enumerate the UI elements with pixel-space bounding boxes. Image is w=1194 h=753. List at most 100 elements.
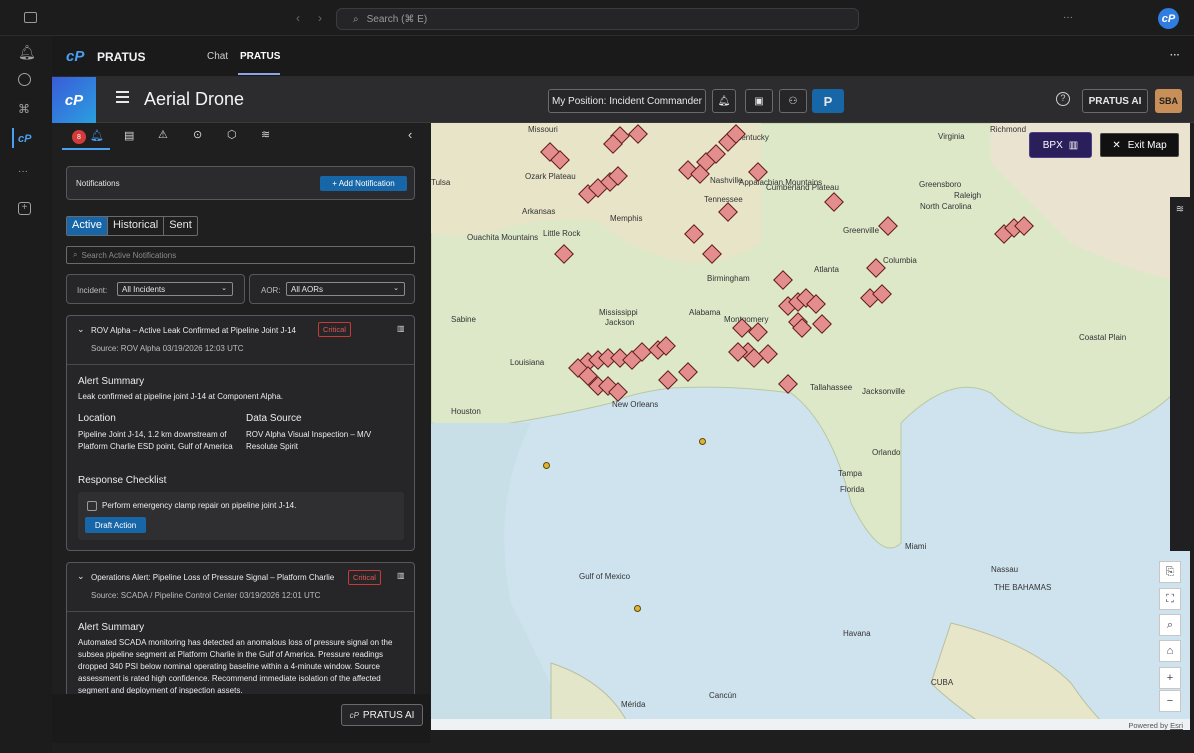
divider <box>67 611 414 612</box>
notification-meta: Source: SCADA / Pipeline Control Center … <box>91 591 321 600</box>
notification-title[interactable]: ROV Alpha – Active Leak Confirmed at Pip… <box>91 326 296 335</box>
menu-icon[interactable] <box>116 91 129 103</box>
pratus-app-icon[interactable]: cP <box>18 133 34 149</box>
map-city-label: Tallahassee <box>810 383 853 392</box>
tab-chat[interactable]: Chat <box>207 51 228 62</box>
map-city-label: Nashville <box>710 176 743 185</box>
global-search[interactable]: ⌕ Search (⌘ E) <box>336 8 859 30</box>
cube-tab-icon[interactable]: ⬡ <box>227 128 237 141</box>
map-side-rail <box>1170 221 1190 551</box>
position-selector[interactable]: My Position: Incident Commander <box>548 89 706 113</box>
active-tab-underline <box>238 73 280 75</box>
screenshot-icon[interactable]: ⎘ <box>1159 561 1181 583</box>
tab-pratus[interactable]: PRATUS <box>240 51 280 62</box>
map-city-label: CUBA <box>931 678 954 687</box>
forward-icon[interactable]: › <box>318 11 322 25</box>
tab-active[interactable]: Active <box>67 217 107 235</box>
help-icon[interactable]: ? <box>1056 92 1070 106</box>
profile-avatar[interactable]: cP <box>1158 8 1179 29</box>
home-icon[interactable]: ⌂ <box>1159 640 1181 662</box>
notification-card[interactable]: ⌄ ROV Alpha – Active Leak Confirmed at P… <box>66 315 415 551</box>
tab-historical[interactable]: Historical <box>106 217 163 235</box>
map-city-label: Ouachita Mountains <box>467 233 539 242</box>
zoom-out-icon[interactable]: − <box>1159 690 1181 712</box>
layers-icon[interactable]: ≋ <box>1170 197 1190 221</box>
map-city-label: Tulsa <box>431 178 451 187</box>
map-city-label: Havana <box>843 629 871 638</box>
incident-filter-label: Incident: <box>77 286 108 295</box>
map-city-label: Tampa <box>838 469 863 478</box>
chevron-down-icon: ⌄ <box>393 285 399 292</box>
notification-count-badge: 8 <box>72 130 86 144</box>
chat-icon[interactable] <box>18 73 31 86</box>
map-city-label: Louisiana <box>510 358 545 367</box>
map-city-label: Greenville <box>843 226 880 235</box>
alerts-bell-icon[interactable]: 🔔︎ <box>712 89 736 113</box>
map-city-label: Raleigh <box>954 191 982 200</box>
map-view[interactable]: Missouri Kentucky Virginia Richmond Tulsa Oza… <box>431 123 1190 730</box>
chevron-down-icon[interactable]: ⌄ <box>77 324 85 335</box>
app-header: cP PRATUS Chat PRATUS ··· <box>52 36 1194 77</box>
checklist-checkbox[interactable] <box>87 501 97 511</box>
chevron-down-icon: ⌄ <box>221 285 227 292</box>
search-icon: ⌕ <box>73 250 78 259</box>
zoom-in-icon[interactable]: + <box>1159 667 1181 689</box>
pratus-ai-label: PRATUS AI <box>362 709 415 721</box>
alert-summary-text: Leak confirmed at pipeline joint J-14 at… <box>78 392 284 401</box>
user-initials-badge[interactable]: SBA <box>1155 89 1182 113</box>
chevron-down-icon[interactable]: ⌄ <box>77 571 85 582</box>
incident-filter-select[interactable]: All Incidents ⌄ <box>117 282 233 296</box>
notification-search-input[interactable]: ⌕ Search Active Notifications <box>66 246 415 264</box>
search-placeholder: Search (⌘ E) <box>366 13 428 25</box>
layers-tab-icon[interactable]: ≋ <box>261 128 270 141</box>
map-city-label: Richmond <box>990 125 1027 134</box>
page-title: Aerial Drone <box>144 89 245 109</box>
bell-tab-icon[interactable]: 🔔︎ <box>90 129 104 142</box>
draft-action-button[interactable]: Draft Action <box>85 517 146 533</box>
pratus-ai-floating-button[interactable]: cP PRATUS AI <box>341 704 423 726</box>
team-icon[interactable]: ⚇ <box>779 89 807 113</box>
map-city-label: Atlanta <box>814 265 839 274</box>
calendar-icon[interactable]: ▣ <box>745 89 773 113</box>
collapse-panel-icon[interactable]: ‹ <box>408 127 412 142</box>
map-city-label: Jacksonville <box>862 387 906 396</box>
bpx-button[interactable]: BPX ▥ <box>1029 132 1092 158</box>
map-city-label: Miami <box>905 542 927 551</box>
notification-title[interactable]: Operations Alert: Pipeline Loss of Press… <box>91 573 334 582</box>
map-link-icon[interactable]: ▥ <box>397 571 405 580</box>
zoom-search-icon[interactable]: ⌕ <box>1159 614 1181 636</box>
location-tab-icon[interactable]: ⊙ <box>193 128 202 141</box>
add-notification-button[interactable]: + Add Notification <box>320 176 407 191</box>
back-icon[interactable]: ‹ <box>296 11 300 25</box>
map-city-label: Alabama <box>689 308 721 317</box>
warning-tab-icon[interactable]: ⚠ <box>158 128 168 141</box>
asset-location-dot[interactable] <box>543 462 550 469</box>
document-tab-icon[interactable]: ▤ <box>124 129 134 142</box>
map-city-label: Florida <box>840 485 865 494</box>
tab-sent[interactable]: Sent <box>163 217 197 235</box>
aor-filter-select[interactable]: All AORs ⌄ <box>286 282 405 296</box>
integration-icon[interactable]: ⌘ <box>18 102 34 118</box>
add-app-icon[interactable]: + <box>18 202 31 215</box>
p-button[interactable]: P <box>812 89 844 113</box>
sidebar-toggle-icon[interactable] <box>24 12 37 23</box>
map-link-icon[interactable]: ▥ <box>397 324 405 333</box>
checklist-box: Perform emergency clamp repair on pipeli… <box>78 492 404 540</box>
bell-icon[interactable]: 🔔︎ <box>18 44 36 60</box>
pratus-ai-button[interactable]: PRATUS AI <box>1082 89 1148 113</box>
more-apps-icon[interactable]: ··· <box>18 166 34 182</box>
map-book-icon: ▥ <box>1068 139 1079 151</box>
map-city-label: Cancún <box>709 691 737 700</box>
map-city-label: Columbia <box>883 256 917 265</box>
asset-location-dot[interactable] <box>634 605 641 612</box>
map-city-label: Coastal Plain <box>1079 333 1127 342</box>
severity-badge: Critical <box>318 322 351 337</box>
brand-name: PRATUS <box>97 50 146 64</box>
window-more-icon[interactable]: ··· <box>1063 12 1073 23</box>
app-more-icon[interactable]: ··· <box>1170 50 1180 61</box>
fullscreen-icon[interactable]: ⛶ <box>1159 588 1181 610</box>
esri-link[interactable]: Esri <box>1170 721 1183 730</box>
exit-map-button[interactable]: ✕ Exit Map <box>1100 133 1179 157</box>
asset-location-dot[interactable] <box>699 438 706 445</box>
app-rail: 🔔︎ ⌘ cP ··· + <box>0 36 52 753</box>
